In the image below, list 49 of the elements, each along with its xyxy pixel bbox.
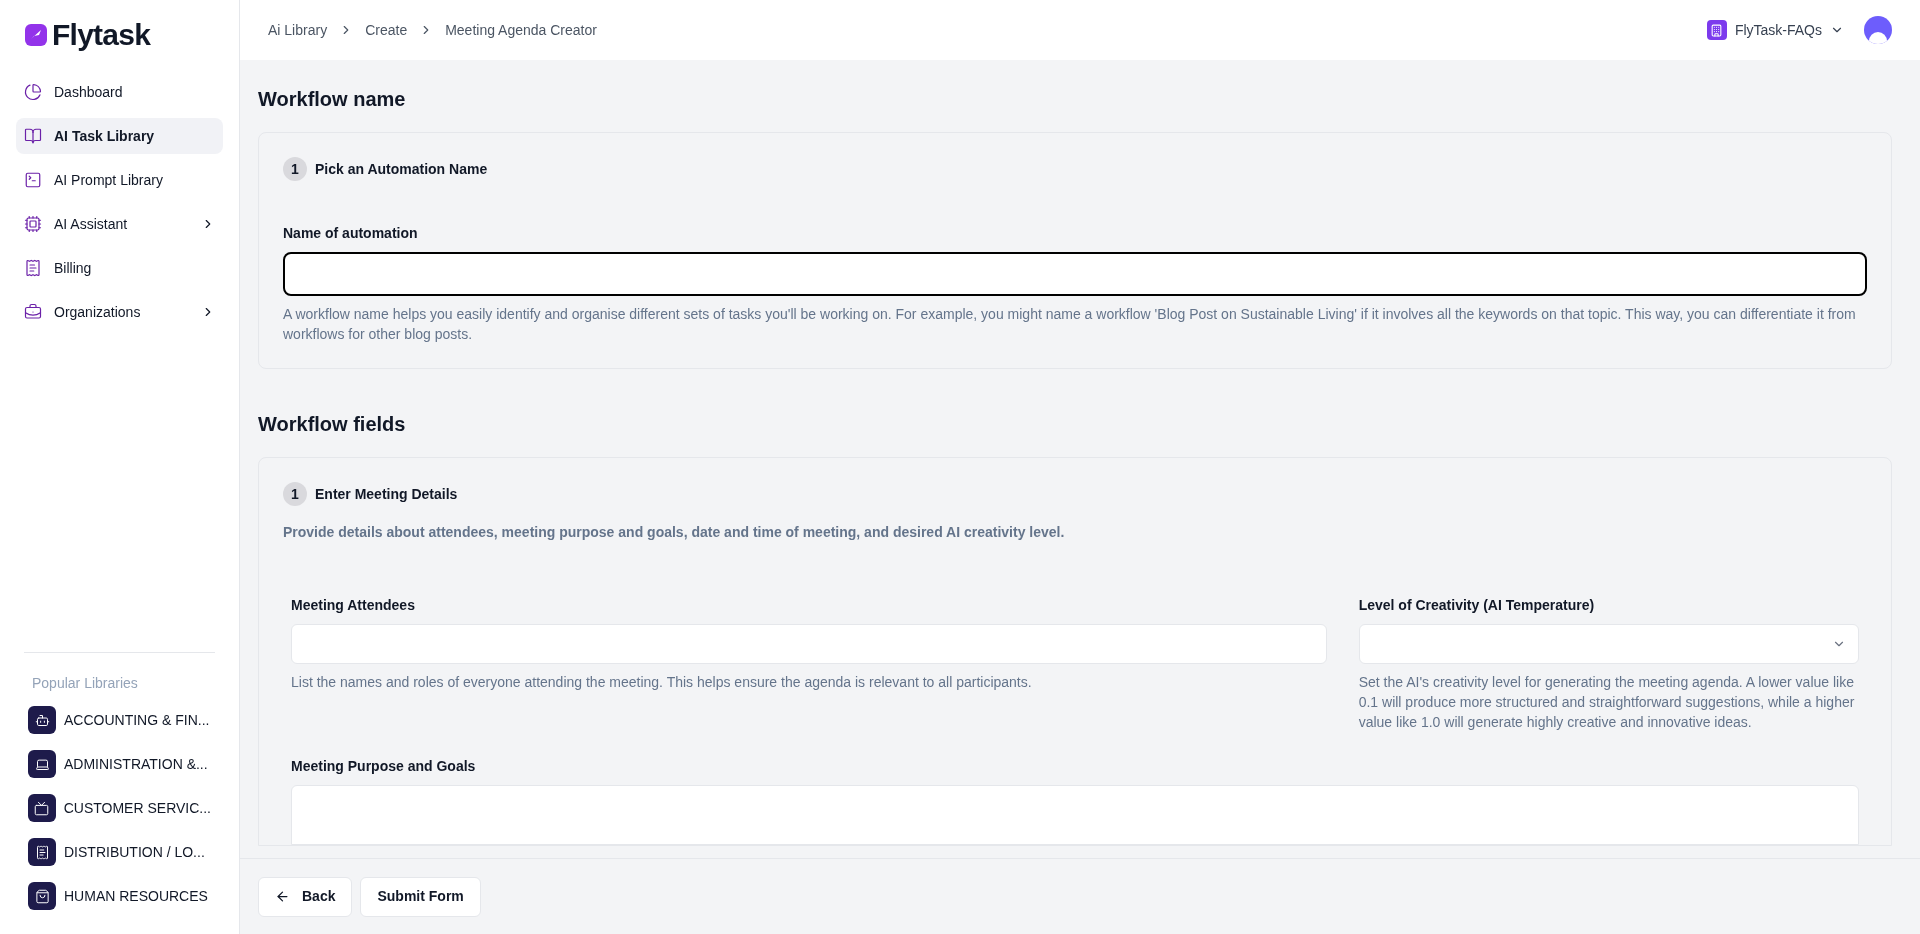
workspace-switcher[interactable]: FlyTask-FAQs [1706, 19, 1844, 41]
input-field[interactable] [283, 252, 1867, 296]
logo-icon [24, 23, 48, 47]
terminal-icon [24, 171, 42, 189]
sidebar-item[interactable]: AI Assistant [16, 206, 223, 242]
book-icon [24, 127, 42, 145]
pie-chart-icon [24, 83, 42, 101]
robot-icon [28, 706, 56, 734]
building-icon [1706, 20, 1727, 40]
help-text: List the names and roles of everyone attending the meeting. This helps ensure the agenda is relevant to all participants. [291, 673, 1033, 692]
field-label: Name of automation [283, 224, 419, 243]
step-title: Enter Meeting Details [315, 484, 458, 504]
logo-text: Flytask [52, 20, 151, 50]
help-text: Set the AI's creativity level for generating the meeting agenda. A lower value like 0.1 will produce more structured and straightforward suggestions, while a higher value like 1.0 will generate highly creative and innovative ideas. [1358, 673, 1856, 732]
library-item[interactable]: CUSTOMER SERVIC... [28, 794, 211, 822]
library-item[interactable]: HUMAN RESOURCES [28, 882, 211, 910]
field-label: Meeting Attendees [291, 596, 416, 615]
laptop-icon [28, 750, 56, 778]
sidebar-item[interactable]: AI Prompt Library [16, 162, 223, 198]
breadcrumb-link[interactable]: Meeting Agenda Creator [445, 19, 597, 41]
step-title: Pick an Automation Name [315, 159, 488, 179]
sidebar-item[interactable]: AI Task Library [16, 118, 223, 154]
sidebar-item[interactable]: Dashboard [16, 74, 223, 110]
step-number: 1 [283, 157, 307, 181]
chip-icon [24, 215, 42, 233]
sidebar-item[interactable]: Billing [16, 250, 223, 286]
field-label: Level of Creativity (AI Temperature) [1358, 596, 1596, 615]
library-item[interactable]: DISTRIBUTION / LO... [28, 838, 211, 866]
breadcrumb-link[interactable]: Create [365, 19, 408, 41]
tv-icon [28, 794, 56, 822]
section-heading: Workflow fields [258, 412, 407, 437]
library-item[interactable]: ADMINISTRATION &... [28, 750, 211, 778]
breadcrumb-link[interactable]: Ai Library [268, 19, 328, 41]
receipt-icon [28, 838, 56, 866]
back-button[interactable]: Back [258, 876, 353, 917]
sidebar-item[interactable]: Organizations [16, 294, 223, 330]
bag-icon [28, 882, 56, 910]
library-item[interactable]: ACCOUNTING & FIN... [28, 706, 211, 734]
section-heading: Workflow name [258, 87, 407, 112]
step-number: 1 [283, 482, 307, 506]
section-title: Popular Libraries [31, 674, 139, 693]
help-text: A workflow name helps you easily identify and organise different sets of tasks you'll be working on. For example, you might name a workflow 'Blog Post on Sustainable Living' if it involves all the keywords on that topic. This way, you can differentiate it from workflows for other blog posts. [283, 305, 1857, 344]
submit-button[interactable]: Submit Form [360, 876, 481, 917]
select-field[interactable] [1358, 624, 1859, 664]
briefcase-icon [24, 303, 42, 321]
receipt-icon [24, 259, 42, 277]
description-text: Provide details about attendees, meeting purpose and goals, date and time of meeting, and desired AI creativity level. [283, 523, 1066, 542]
avatar[interactable] [1864, 16, 1892, 44]
field-label: Meeting Purpose and Goals [291, 757, 477, 776]
